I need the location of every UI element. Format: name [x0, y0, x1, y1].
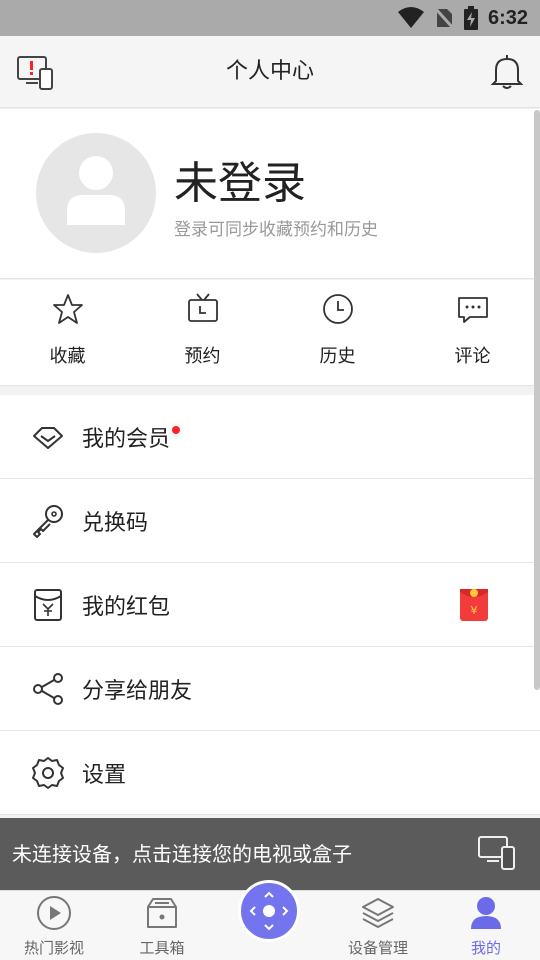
tab-device-management[interactable]: 设备管理 — [324, 891, 432, 960]
user-icon — [471, 897, 501, 929]
menu-item-redeem-code[interactable]: 兑换码 — [0, 479, 540, 563]
scrollbar[interactable] — [534, 110, 540, 690]
app-header: 个人中心 — [0, 36, 540, 108]
tv-icon — [187, 293, 218, 322]
tab-label: 我的 — [470, 939, 501, 957]
membership-label: 我的会员 — [82, 426, 171, 452]
key-icon — [33, 505, 63, 538]
red-packets-label: 我的红包 — [82, 594, 171, 620]
page-title: 个人中心 — [225, 59, 314, 84]
login-status[interactable]: 未登录 — [174, 147, 306, 211]
login-hint: 登录可同步收藏预约和历史 — [174, 220, 378, 240]
share-label: 分享给朋友 — [82, 678, 193, 704]
tab-label: 设备管理 — [347, 939, 408, 957]
quick-favorites-label: 收藏 — [49, 346, 86, 367]
quick-comments-label: 评论 — [454, 346, 491, 367]
tab-mine[interactable]: 我的 — [432, 891, 540, 960]
settings-icon — [32, 757, 64, 789]
remote-control-icon — [249, 891, 289, 931]
quick-actions: 收藏 预约 历史 评论 — [0, 280, 540, 386]
clock-icon — [322, 294, 353, 324]
menu-item-share[interactable]: 分享给朋友 — [0, 647, 540, 731]
no-sim-icon — [433, 7, 454, 29]
red-dot-badge — [172, 425, 181, 434]
star-icon — [52, 294, 83, 324]
comment-icon — [457, 297, 488, 323]
tab-label: 热门影视 — [23, 939, 84, 957]
menu-item-red-packets[interactable]: 我的红包 ¥ — [0, 563, 540, 647]
user-placeholder-icon — [67, 156, 125, 225]
devices-icon — [478, 836, 515, 870]
quick-reservations-label: 预约 — [184, 346, 221, 367]
redeem-code-label: 兑换码 — [82, 510, 149, 536]
status-bar: 6:32 — [0, 0, 540, 36]
toolbox-icon — [147, 898, 177, 928]
remote-control-button[interactable] — [238, 880, 300, 942]
diamond-icon — [33, 427, 63, 449]
quick-reservations[interactable]: 预约 — [135, 280, 270, 385]
layers-icon — [362, 898, 394, 928]
quick-history-label: 历史 — [319, 346, 356, 367]
avatar[interactable] — [36, 133, 156, 253]
settings-label: 设置 — [82, 762, 127, 788]
svg-text:¥: ¥ — [471, 604, 478, 617]
quick-comments[interactable]: 评论 — [405, 280, 540, 385]
tab-toolbox[interactable]: 工具箱 — [108, 891, 216, 960]
profile-card[interactable]: 未登录 登录可同步收藏预约和历史 — [0, 109, 540, 279]
menu-item-membership[interactable]: 我的会员 — [0, 395, 540, 479]
quick-favorites[interactable]: 收藏 — [0, 280, 135, 385]
menu-list: 我的会员 兑换码 我的红包 ¥ 分享给朋友 设置 — [0, 395, 540, 815]
connection-message: 未连接设备，点击连接您的电视或盒子 — [12, 842, 352, 866]
bell-icon[interactable] — [490, 54, 524, 90]
menu-item-settings[interactable]: 设置 — [0, 731, 540, 815]
status-time: 6:32 — [487, 6, 528, 29]
tab-hot-videos[interactable]: 热门影视 — [0, 891, 108, 960]
menu-item-label: 我的会员 — [82, 421, 181, 453]
play-circle-icon — [37, 896, 71, 930]
battery-charging-icon — [463, 6, 478, 30]
wifi-icon — [397, 7, 424, 28]
tab-label: 工具箱 — [139, 939, 185, 957]
red-packet-icon: ¥ — [460, 589, 488, 621]
wallet-icon — [34, 589, 62, 621]
share-icon — [33, 673, 63, 705]
quick-history[interactable]: 历史 — [270, 280, 405, 385]
